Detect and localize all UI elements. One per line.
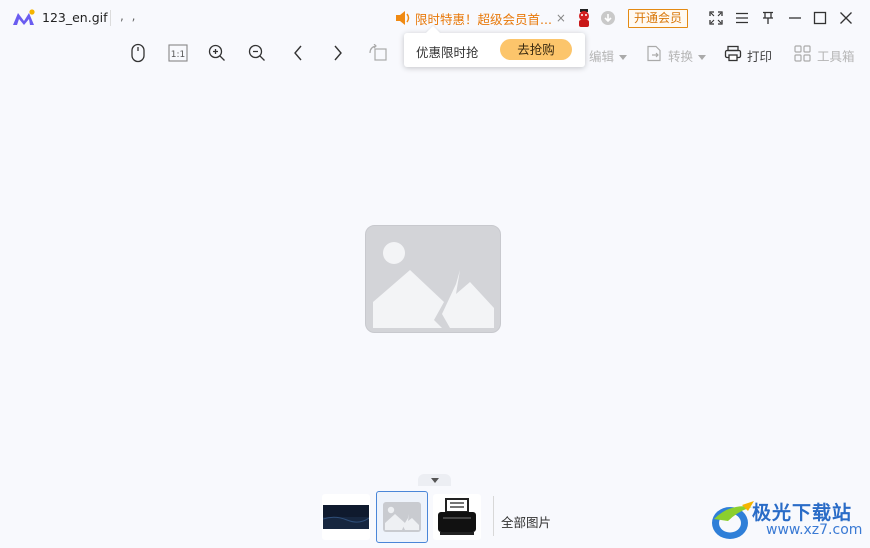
popup-text: 优惠限时抢 xyxy=(416,45,479,60)
image-placeholder-icon xyxy=(365,225,501,333)
promo-close-button[interactable]: × xyxy=(556,11,566,25)
watermark-title: 极光下载站 xyxy=(752,502,853,524)
convert-icon[interactable] xyxy=(646,45,662,62)
thumbnail-item-selected[interactable] xyxy=(376,491,428,543)
triangle-down-icon xyxy=(430,477,439,483)
mascot-icon[interactable] xyxy=(575,8,593,28)
maximize-icon xyxy=(813,11,827,25)
maximize-button[interactable] xyxy=(810,8,830,28)
chevron-right-icon xyxy=(334,45,342,61)
promo-popup: 优惠限时抢 去抢购 xyxy=(404,25,585,67)
promo-banner[interactable]: 限时特惠！超级会员首... × xyxy=(395,9,566,27)
actual-size-icon: 1:1 xyxy=(168,44,188,62)
grab-deal-button[interactable]: 去抢购 xyxy=(500,39,572,60)
rotate-button[interactable] xyxy=(367,42,389,64)
collapse-thumbnails-button[interactable] xyxy=(418,474,451,486)
actual-size-button[interactable]: 1:1 xyxy=(167,42,189,64)
printer-icon[interactable] xyxy=(724,45,742,62)
edit-label: 编辑 xyxy=(589,49,615,64)
pin-button[interactable] xyxy=(758,8,778,28)
thumbnail-item[interactable] xyxy=(433,494,481,540)
fullscreen-icon xyxy=(709,11,723,25)
next-image-button[interactable] xyxy=(327,42,349,64)
image-viewer-window: 123_en.gif , , 限时特惠！超级会员首... × 开通会员 1:1 … xyxy=(0,0,870,548)
actual-size-label: 1:1 xyxy=(171,50,185,60)
watermark-logo-icon xyxy=(712,501,754,539)
hamburger-menu-icon xyxy=(736,12,748,24)
mouse-icon xyxy=(131,43,145,63)
menu-button[interactable] xyxy=(732,8,752,28)
chevron-down-icon xyxy=(619,55,628,60)
mouse-mode-button[interactable] xyxy=(127,42,149,64)
file-name: 123_en.gif xyxy=(42,10,108,25)
zoom-in-button[interactable] xyxy=(206,42,228,64)
zoom-in-icon xyxy=(208,44,225,61)
print-button[interactable]: 打印 xyxy=(747,46,772,65)
pin-icon xyxy=(763,11,773,24)
printer-photo-thumbnail xyxy=(438,498,476,535)
chevron-down-icon xyxy=(698,55,707,60)
previous-image-button[interactable] xyxy=(287,42,309,64)
close-button[interactable] xyxy=(836,8,856,28)
toolbox-grid-icon[interactable] xyxy=(794,45,811,62)
toolbox-button[interactable]: 工具箱 xyxy=(817,46,855,65)
image-placeholder-thumbnail-icon xyxy=(383,502,421,532)
rotate-icon xyxy=(369,44,387,61)
vip-button[interactable]: 开通会员 xyxy=(628,9,688,28)
watermark-url: www.xz7.com xyxy=(766,522,863,538)
close-icon xyxy=(840,12,852,24)
edit-menu[interactable]: 编辑 xyxy=(589,46,628,65)
fullscreen-button[interactable] xyxy=(706,8,726,28)
dark-photo-thumbnail xyxy=(323,505,369,529)
zoom-out-icon xyxy=(248,44,265,61)
image-meta: , , xyxy=(120,9,138,23)
title-divider xyxy=(110,10,111,26)
promo-text[interactable]: 限时特惠！超级会员首... xyxy=(415,9,552,28)
chevron-left-icon xyxy=(294,45,302,61)
strip-divider xyxy=(493,496,494,536)
convert-menu[interactable]: 转换 xyxy=(668,46,707,65)
thumbnail-item[interactable] xyxy=(322,494,370,540)
speaker-icon xyxy=(396,11,410,25)
app-logo-icon xyxy=(13,9,35,25)
convert-label: 转换 xyxy=(668,49,694,64)
all-images-button[interactable]: 全部图片 xyxy=(501,512,551,531)
site-watermark: 极光下载站 www.xz7.com xyxy=(708,497,868,543)
zoom-out-button[interactable] xyxy=(246,42,268,64)
cloud-sync-icon[interactable] xyxy=(600,10,616,26)
minimize-button[interactable] xyxy=(785,8,805,28)
minimize-icon xyxy=(789,17,801,19)
